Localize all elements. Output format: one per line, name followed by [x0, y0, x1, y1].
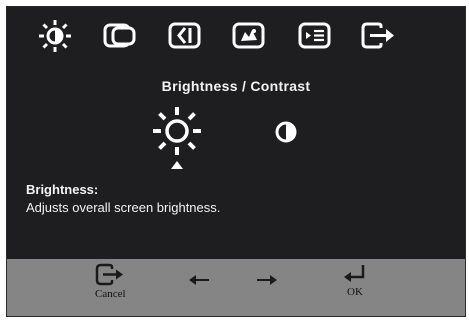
menu-tab-bar: [7, 7, 465, 65]
contrast-option[interactable]: [275, 121, 297, 143]
cancel-button[interactable]: Cancel: [95, 263, 126, 300]
description-title: Brightness:: [26, 182, 99, 197]
image-setup-icon: [168, 22, 201, 49]
selection-indicator: [171, 161, 183, 169]
tab-image-position[interactable]: [100, 19, 140, 53]
tab-exit[interactable]: [359, 19, 399, 53]
brightness-sun-icon: [39, 20, 71, 52]
arrow-left-icon: [189, 275, 209, 285]
brightness-sun-icon: [153, 107, 201, 155]
left-arrow-button[interactable]: [188, 273, 210, 287]
contrast-icon: [275, 121, 297, 143]
tab-image-properties[interactable]: [229, 19, 269, 53]
image-properties-icon: [232, 22, 265, 49]
options-icon: [298, 22, 331, 49]
image-position-icon: [103, 23, 136, 48]
description-text: Adjusts overall screen brightness.: [26, 200, 221, 215]
ok-label: OK: [347, 286, 363, 298]
tab-brightness-contrast[interactable]: [35, 19, 75, 53]
cancel-label: Cancel: [95, 288, 126, 300]
exit-icon: [96, 263, 124, 286]
exit-icon: [361, 22, 394, 49]
control-bar: Cancel OK: [7, 259, 465, 316]
enter-icon: [344, 265, 365, 282]
tab-image-setup[interactable]: [165, 19, 205, 53]
brightness-option[interactable]: [151, 105, 203, 157]
right-arrow-button[interactable]: [256, 273, 278, 287]
tab-options[interactable]: [295, 19, 335, 53]
osd-menu: Brightness / Contrast Brightness: Adjust…: [6, 6, 466, 317]
ok-button[interactable]: OK: [343, 263, 367, 298]
panel-title: Brightness / Contrast: [161, 78, 311, 94]
arrow-right-icon: [257, 275, 277, 285]
